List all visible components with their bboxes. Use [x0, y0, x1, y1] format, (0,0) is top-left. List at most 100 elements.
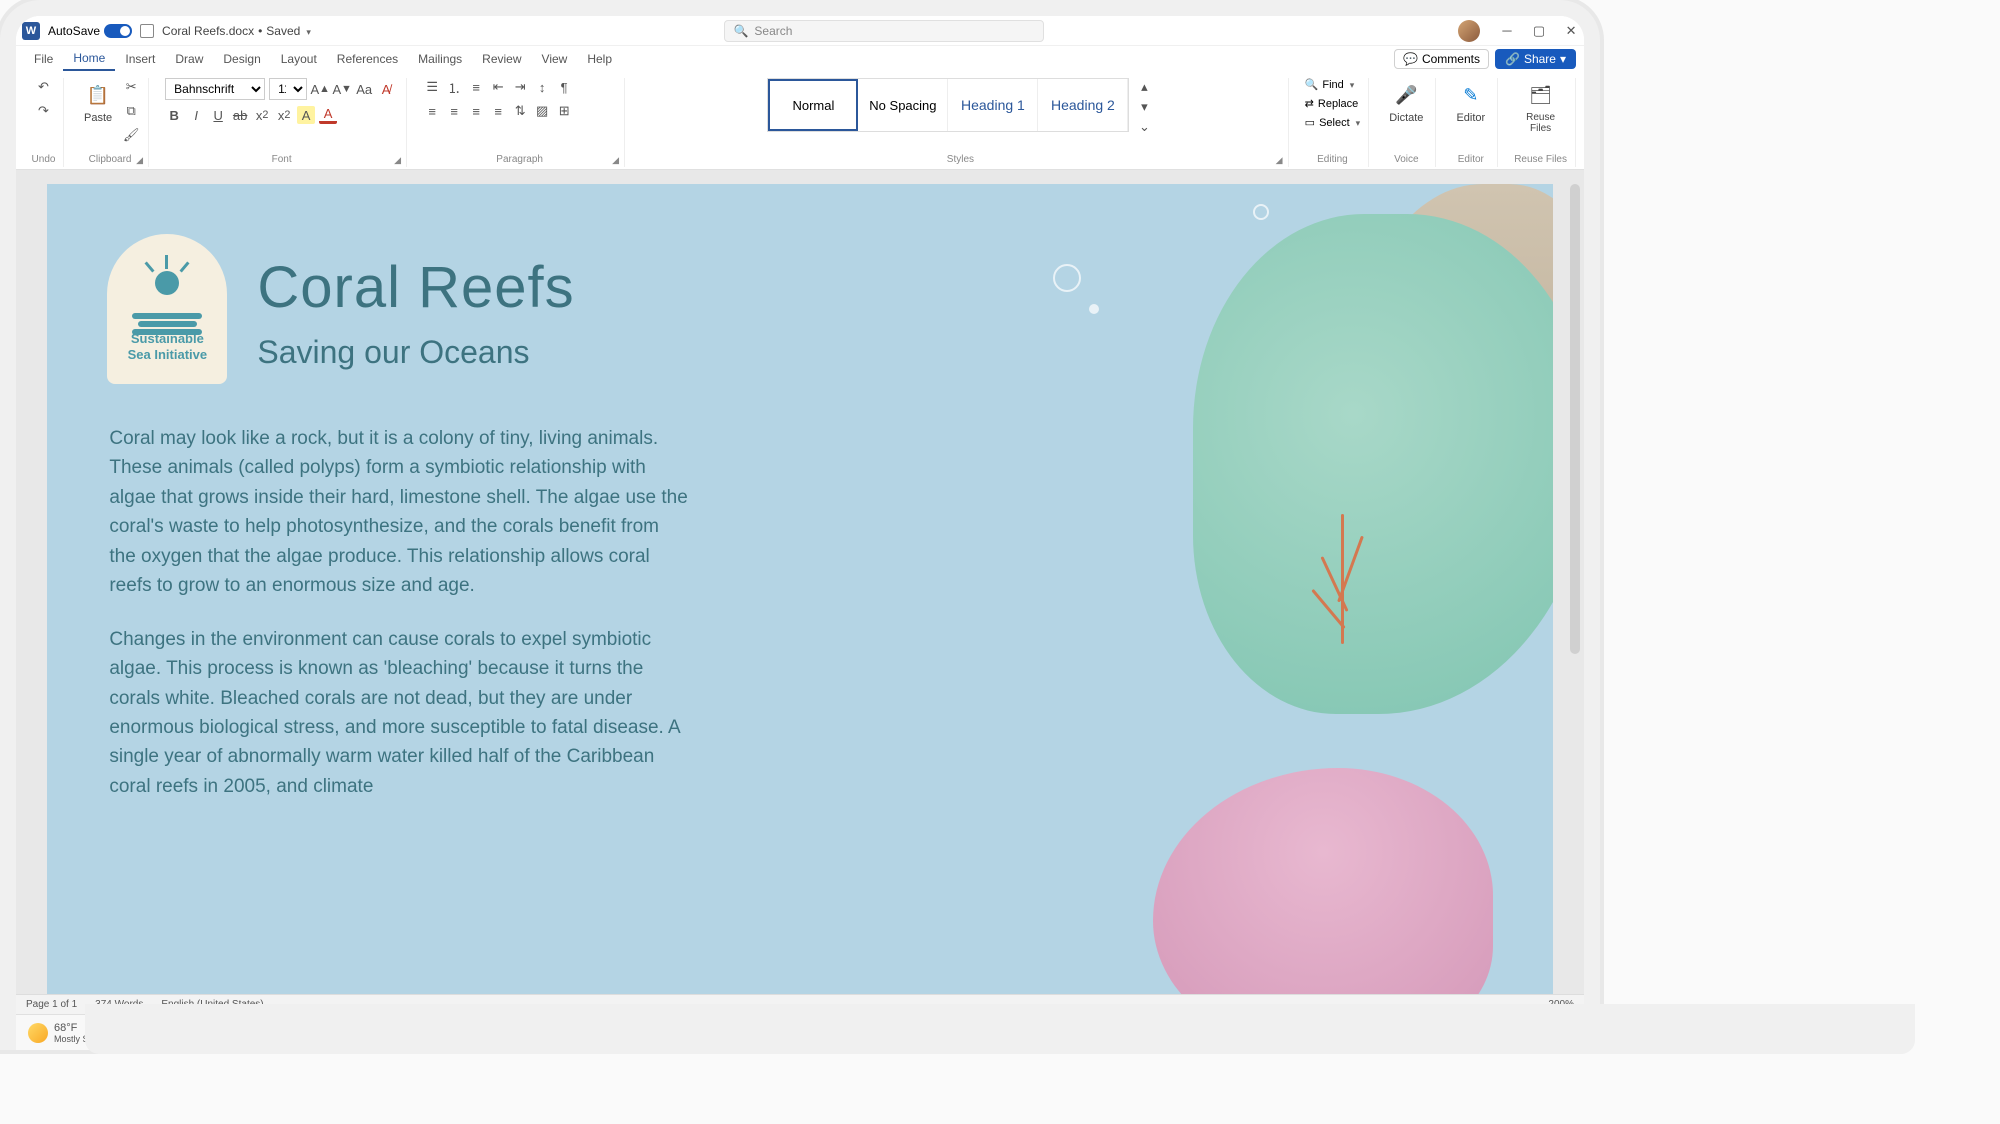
bullets-icon[interactable]: ☰	[423, 78, 441, 96]
menu-file[interactable]: File	[24, 48, 63, 70]
editor-group: ✎ Editor Editor	[1444, 78, 1498, 167]
share-button[interactable]: 🔗 Share ▾	[1495, 49, 1576, 69]
minimize-button[interactable]: ─	[1500, 24, 1514, 38]
document-heading[interactable]: Coral Reefs	[257, 254, 574, 321]
superscript-icon[interactable]: x2	[275, 106, 293, 124]
vertical-scrollbar[interactable]	[1570, 184, 1580, 654]
menu-draw[interactable]: Draw	[165, 48, 213, 70]
borders-icon[interactable]: ⊞	[555, 102, 573, 120]
justify-icon[interactable]: ≡	[489, 102, 507, 120]
italic-icon[interactable]: I	[187, 106, 205, 124]
maximize-button[interactable]: ▢	[1532, 24, 1546, 38]
menu-help[interactable]: Help	[577, 48, 622, 70]
paragraph-1[interactable]: Coral may look like a rock, but it is a …	[109, 424, 689, 601]
save-icon[interactable]	[140, 24, 154, 38]
copy-icon[interactable]: ⧉	[122, 102, 140, 120]
logo-text-2: Sea Initiative	[128, 347, 207, 363]
sun-icon	[142, 255, 192, 305]
menu-insert[interactable]: Insert	[115, 48, 165, 70]
font-size-select[interactable]: 11	[269, 78, 307, 100]
show-marks-icon[interactable]: ¶	[555, 78, 573, 96]
styles-scroll-down-icon[interactable]: ▾	[1135, 98, 1153, 116]
align-right-icon[interactable]: ≡	[467, 102, 485, 120]
style-heading-1[interactable]: Heading 1	[948, 79, 1038, 131]
menu-bar: File Home Insert Draw Design Layout Refe…	[16, 46, 1584, 72]
menu-review[interactable]: Review	[472, 48, 531, 70]
reuse-files-icon: 🗂	[1528, 82, 1554, 108]
subscript-icon[interactable]: x2	[253, 106, 271, 124]
autosave-toggle[interactable]: AutoSave	[48, 24, 132, 38]
multilevel-list-icon[interactable]: ≡	[467, 78, 485, 96]
document-title[interactable]: Coral Reefs.docx • Saved	[162, 24, 311, 38]
replace-icon: ⇄	[1305, 97, 1314, 110]
align-center-icon[interactable]: ≡	[445, 102, 463, 120]
logo-badge: Sustainable Sea Initiative	[107, 234, 227, 384]
paragraph-dialog-launcher[interactable]: ◢	[612, 155, 622, 165]
document-page[interactable]: Sustainable Sea Initiative Coral Reefs S…	[47, 184, 1552, 994]
reuse-files-button[interactable]: 🗂 Reuse Files	[1517, 78, 1565, 138]
style-no-spacing[interactable]: No Spacing	[858, 79, 948, 131]
shrink-font-icon[interactable]: A▼	[333, 80, 351, 98]
undo-group: ↶ ↷ Undo	[24, 78, 64, 167]
decrease-indent-icon[interactable]: ⇤	[489, 78, 507, 96]
styles-gallery[interactable]: Normal No Spacing Heading 1 Heading 2	[767, 78, 1129, 132]
paragraph-2[interactable]: Changes in the environment can cause cor…	[109, 625, 689, 802]
increase-indent-icon[interactable]: ⇥	[511, 78, 529, 96]
editing-group: 🔍Find ⇄Replace ▭Select Editing	[1297, 78, 1370, 167]
menu-mailings[interactable]: Mailings	[408, 48, 472, 70]
search-input[interactable]: 🔍 Search	[724, 20, 1044, 42]
close-button[interactable]: ✕	[1564, 24, 1578, 38]
menu-layout[interactable]: Layout	[271, 48, 327, 70]
font-family-select[interactable]: Bahnschrift	[165, 78, 265, 100]
page-indicator[interactable]: Page 1 of 1	[26, 999, 77, 1010]
grow-font-icon[interactable]: A▲	[311, 80, 329, 98]
menu-design[interactable]: Design	[213, 48, 270, 70]
toggle-switch-icon[interactable]	[104, 24, 132, 38]
shading-icon[interactable]: ▨	[533, 102, 551, 120]
clipboard-dialog-launcher[interactable]: ◢	[136, 155, 146, 165]
menu-references[interactable]: References	[327, 48, 408, 70]
cut-icon[interactable]: ✂	[122, 78, 140, 96]
sort-icon[interactable]: ↕	[533, 78, 551, 96]
font-dialog-launcher[interactable]: ◢	[394, 155, 404, 165]
document-subtitle[interactable]: Saving our Oceans	[257, 334, 529, 371]
dictate-button[interactable]: 🎤 Dictate	[1385, 78, 1427, 128]
replace-button[interactable]: ⇄Replace	[1305, 97, 1359, 110]
change-case-icon[interactable]: Aa	[355, 80, 373, 98]
logo-text-1: Sustainable	[128, 331, 207, 347]
styles-dialog-launcher[interactable]: ◢	[1276, 155, 1286, 165]
select-button[interactable]: ▭Select	[1305, 116, 1361, 129]
styles-scroll-up-icon[interactable]: ▴	[1135, 78, 1153, 96]
styles-more-icon[interactable]: ⌄	[1135, 118, 1153, 136]
style-heading-2[interactable]: Heading 2	[1038, 79, 1128, 131]
strikethrough-icon[interactable]: ab	[231, 106, 249, 124]
ribbon: ↶ ↷ Undo 📋 Paste ✂ ⧉ 🖌 Clipboard ◢ Bahns…	[16, 72, 1584, 170]
clipboard-group: 📋 Paste ✂ ⧉ 🖌 Clipboard ◢	[72, 78, 149, 167]
paste-button[interactable]: 📋 Paste	[80, 78, 116, 128]
menu-view[interactable]: View	[532, 48, 578, 70]
comments-button[interactable]: 💬 Comments	[1394, 49, 1489, 69]
waves-icon	[132, 311, 202, 331]
line-spacing-icon[interactable]: ⇅	[511, 102, 529, 120]
numbering-icon[interactable]: ⒈	[445, 78, 463, 96]
underline-icon[interactable]: U	[209, 106, 227, 124]
text-highlight-icon[interactable]: A	[297, 106, 315, 124]
document-body[interactable]: Coral may look like a rock, but it is a …	[109, 424, 689, 825]
document-canvas[interactable]: Sustainable Sea Initiative Coral Reefs S…	[16, 170, 1584, 994]
microphone-icon: 🎤	[1393, 82, 1419, 108]
user-avatar[interactable]	[1458, 20, 1480, 42]
font-color-icon[interactable]: A	[319, 106, 337, 124]
align-left-icon[interactable]: ≡	[423, 102, 441, 120]
editor-button[interactable]: ✎ Editor	[1452, 78, 1489, 128]
clear-format-icon[interactable]: A̸	[377, 80, 395, 98]
coral-illustration	[1033, 184, 1553, 994]
redo-icon[interactable]: ↷	[35, 102, 53, 120]
style-normal[interactable]: Normal	[768, 79, 858, 131]
comment-icon: 💬	[1403, 52, 1418, 66]
format-painter-icon[interactable]: 🖌	[122, 126, 140, 144]
bold-icon[interactable]: B	[165, 106, 183, 124]
paste-icon: 📋	[85, 82, 111, 108]
menu-home[interactable]: Home	[63, 47, 115, 71]
find-button[interactable]: 🔍Find	[1305, 78, 1355, 91]
undo-icon[interactable]: ↶	[35, 78, 53, 96]
